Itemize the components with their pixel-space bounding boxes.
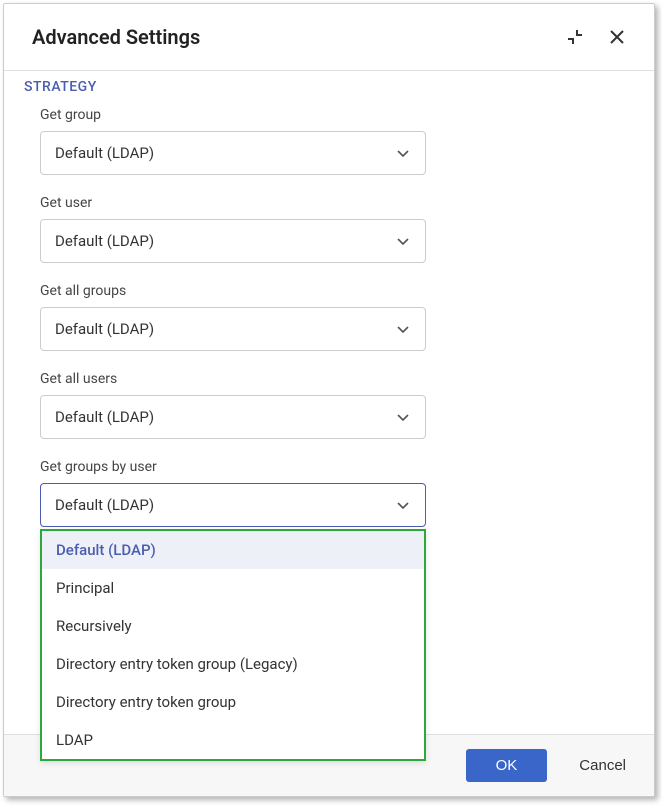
dropdown-option-token-group[interactable]: Directory entry token group — [42, 683, 424, 721]
section-strategy-label: STRATEGY — [24, 79, 634, 95]
close-button[interactable] — [604, 24, 630, 50]
get-groups-by-user-select[interactable]: Default (LDAP) — [40, 483, 426, 527]
dropdown-option-principal[interactable]: Principal — [42, 569, 424, 607]
chevron-down-icon — [395, 497, 411, 513]
get-all-users-select[interactable]: Default (LDAP) — [40, 395, 426, 439]
get-user-label: Get user — [40, 195, 618, 211]
get-groups-by-user-value: Default (LDAP) — [55, 496, 154, 514]
collapse-icon — [566, 28, 584, 46]
field-get-all-groups: Get all groups Default (LDAP) — [40, 283, 618, 351]
get-group-label: Get group — [40, 107, 618, 123]
cancel-button[interactable]: Cancel — [575, 749, 630, 782]
field-get-user: Get user Default (LDAP) — [40, 195, 618, 263]
get-user-value: Default (LDAP) — [55, 232, 154, 250]
dialog-body: STRATEGY Get group Default (LDAP) Get us… — [4, 71, 654, 734]
field-get-all-users: Get all users Default (LDAP) — [40, 371, 618, 439]
chevron-down-icon — [395, 233, 411, 249]
chevron-down-icon — [395, 145, 411, 161]
get-group-select[interactable]: Default (LDAP) — [40, 131, 426, 175]
dropdown-option-legacy-token-group[interactable]: Directory entry token group (Legacy) — [42, 645, 424, 683]
get-groups-by-user-label: Get groups by user — [40, 459, 618, 475]
get-all-users-value: Default (LDAP) — [55, 408, 154, 426]
collapse-button[interactable] — [562, 24, 588, 50]
chevron-down-icon — [395, 409, 411, 425]
dropdown-option-recursively[interactable]: Recursively — [42, 607, 424, 645]
get-all-users-label: Get all users — [40, 371, 618, 387]
field-get-groups-by-user: Get groups by user Default (LDAP) Defaul… — [40, 459, 618, 527]
get-groups-by-user-wrapper: Default (LDAP) Default (LDAP) Principal … — [40, 483, 426, 527]
get-all-groups-label: Get all groups — [40, 283, 618, 299]
get-groups-by-user-dropdown: Default (LDAP) Principal Recursively Dir… — [40, 529, 426, 761]
dropdown-option-default-ldap[interactable]: Default (LDAP) — [42, 531, 424, 569]
get-all-groups-value: Default (LDAP) — [55, 320, 154, 338]
dialog-title: Advanced Settings — [32, 25, 200, 49]
field-get-group: Get group Default (LDAP) — [40, 107, 618, 175]
get-all-groups-select[interactable]: Default (LDAP) — [40, 307, 426, 351]
advanced-settings-dialog: Advanced Settings STRATEGY Get group Def… — [3, 3, 655, 797]
dialog-header: Advanced Settings — [4, 4, 654, 71]
header-actions — [562, 24, 630, 50]
ok-button[interactable]: OK — [466, 749, 548, 782]
chevron-down-icon — [395, 321, 411, 337]
close-icon — [608, 28, 626, 46]
get-group-value: Default (LDAP) — [55, 144, 154, 162]
get-user-select[interactable]: Default (LDAP) — [40, 219, 426, 263]
dropdown-option-ldap[interactable]: LDAP — [42, 721, 424, 759]
